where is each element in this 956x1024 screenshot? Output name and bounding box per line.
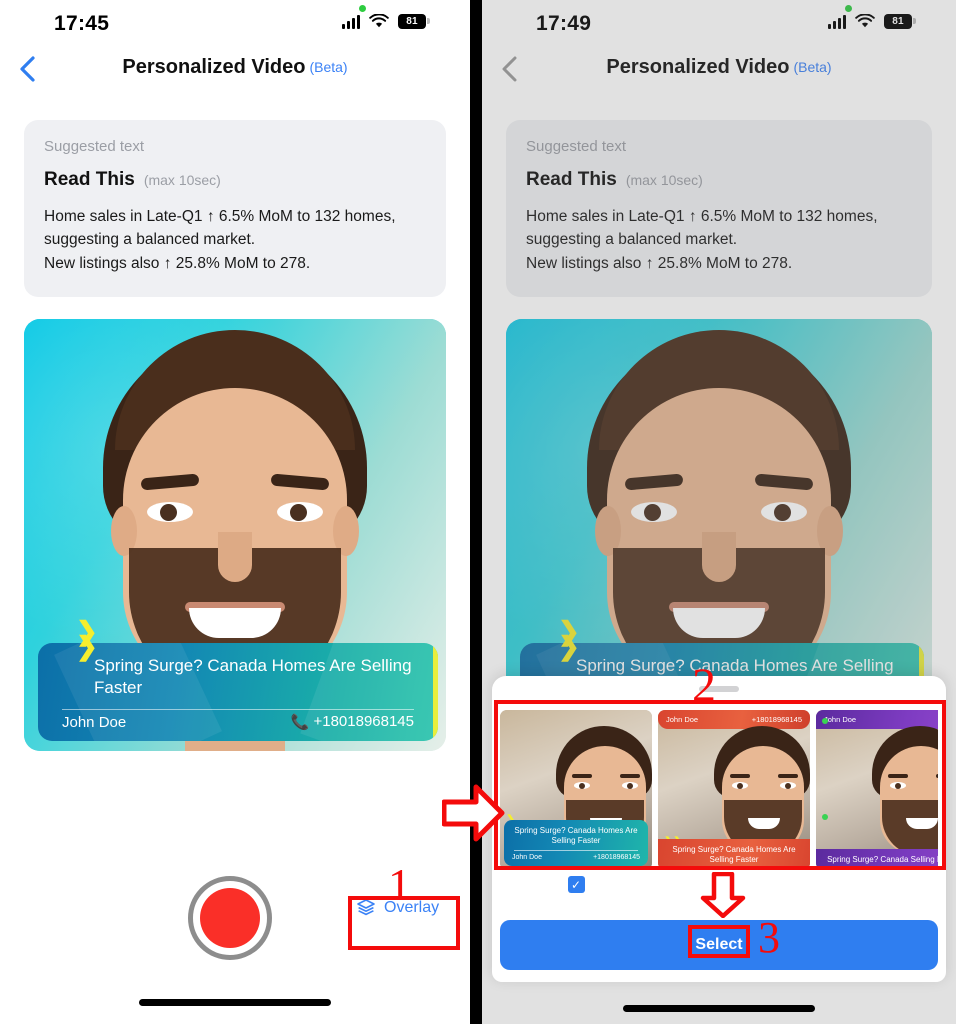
suggested-text-card: Suggested text Read This (max 10sec) Hom… bbox=[24, 120, 446, 297]
suggested-text-label-right: Suggested text bbox=[526, 138, 627, 155]
annotation-step-3: 3 bbox=[758, 913, 780, 962]
suggested-line-1-right: Home sales in Late-Q1 ↑ 6.5% MoM to 132 … bbox=[526, 208, 878, 225]
thumb-name-1: John Doe bbox=[512, 854, 542, 861]
suggested-text-body-right: Home sales in Late-Q1 ↑ 6.5% MoM to 132 … bbox=[526, 205, 912, 275]
record-button[interactable] bbox=[188, 876, 272, 960]
video-preview[interactable]: ❯ ❯ Spring Surge? Canada Homes Are Sellin… bbox=[24, 318, 446, 751]
select-button[interactable]: Select bbox=[500, 920, 938, 970]
cellular-bars-icon-right bbox=[828, 14, 846, 29]
wifi-icon bbox=[369, 14, 389, 28]
video-overlay-banner: Spring Surge? Canada Homes Are Selling F… bbox=[38, 642, 438, 741]
home-indicator-right bbox=[623, 1005, 815, 1012]
status-icons-right: 81 bbox=[828, 14, 916, 29]
suggested-text-body: Home sales in Late-Q1 ↑ 6.5% MoM to 132 … bbox=[44, 205, 426, 275]
page-title: Personalized Video (Beta) bbox=[0, 56, 470, 79]
thumb-phone-1: +18018968145 bbox=[593, 854, 640, 861]
list-item[interactable]: John Doe +18018968145 ❯❯ Spring Surge? C… bbox=[658, 710, 810, 870]
suggested-text-label: Suggested text bbox=[44, 138, 145, 155]
green-dot-icon-thumb-3c bbox=[822, 814, 828, 820]
thumb-overlay-banner-1: Spring Surge? Canada Homes Are Selling F… bbox=[504, 820, 648, 866]
overlay-phone: 📞 +18018968145 bbox=[291, 713, 414, 731]
double-chevron-down-icon-right: ❯ ❯ bbox=[558, 615, 580, 662]
thumb-overlay-banner-3: Spring Surge? Canada Selling Faste bbox=[816, 849, 938, 870]
thumb-name-3: John Doe bbox=[824, 715, 857, 724]
status-clock: 17:45 bbox=[54, 12, 110, 35]
overlay-name: John Doe bbox=[62, 713, 127, 731]
overlay-title: Spring Surge? Canada Homes Are Selling F… bbox=[94, 655, 412, 697]
overlay-picker-sheet: ❯ Spring Surge? Canada Homes Are Selling… bbox=[492, 676, 946, 1012]
down-arrow-outline-icon bbox=[700, 872, 746, 918]
battery-icon: 81 bbox=[398, 14, 430, 29]
phone-screen-right: 17:49 81 Personalized Video (Beta) Sugge… bbox=[482, 0, 956, 1024]
green-dot-icon bbox=[359, 5, 366, 12]
status-bar-left: 17:45 81 bbox=[0, 0, 470, 46]
thumb-overlay-banner-2: Spring Surge? Canada Homes Are Selling F… bbox=[658, 839, 810, 870]
suggested-line-3-right: New listings also ↑ 25.8% MoM to 278. bbox=[526, 254, 793, 272]
max-duration-hint: (max 10sec) bbox=[143, 172, 221, 188]
wifi-icon-right bbox=[855, 14, 875, 28]
list-item[interactable]: ❯ Spring Surge? Canada Homes Are Selling… bbox=[500, 710, 652, 870]
beta-badge: (Beta) bbox=[309, 59, 348, 75]
thumb-name-2: John Doe bbox=[666, 715, 699, 724]
suggested-line-2-right: suggesting a balanced market. bbox=[526, 231, 738, 249]
overlay-phone-number: +18018968145 bbox=[313, 713, 414, 731]
checkbox-thumbnail-1[interactable]: ✓ bbox=[567, 876, 585, 893]
status-clock-right: 17:49 bbox=[536, 12, 592, 35]
nav-bar-left: Personalized Video (Beta) bbox=[0, 46, 470, 98]
annotation-step-2: 2 bbox=[692, 659, 716, 712]
beta-badge-right: (Beta) bbox=[793, 59, 832, 75]
thumb-title-1: Spring Surge? Canada Homes Are Selling F… bbox=[514, 826, 638, 845]
read-this-heading: Read This bbox=[44, 169, 135, 190]
overlay-thumbnail-list[interactable]: ❯ Spring Surge? Canada Homes Are Selling… bbox=[500, 710, 938, 870]
suggested-line-3: New listings also ↑ 25.8% MoM to 278. bbox=[44, 254, 311, 272]
page-title-text-right: Personalized Video bbox=[606, 56, 790, 78]
layers-icon bbox=[357, 899, 375, 916]
nav-bar-right: Personalized Video (Beta) bbox=[482, 46, 956, 98]
green-dot-icon-right bbox=[845, 5, 852, 12]
thumb-title-2: Spring Surge? Canada Homes Are Selling F… bbox=[672, 845, 796, 864]
list-item[interactable]: John Doe Spring Surge? Canada Selling Fa… bbox=[816, 710, 938, 870]
home-indicator-left bbox=[139, 999, 331, 1006]
phone-icon: 📞 bbox=[290, 713, 310, 731]
suggested-text-card-right: Suggested text Read This (max 10sec) Hom… bbox=[506, 120, 932, 297]
cellular-bars-icon bbox=[342, 14, 360, 29]
suggested-line-2: suggesting a balanced market. bbox=[44, 231, 256, 249]
status-bar-right: 17:49 81 bbox=[482, 0, 956, 46]
status-icons: 81 bbox=[342, 14, 430, 29]
thumbnail-select-checkbox-row: ✓ bbox=[500, 876, 652, 893]
panel-divider bbox=[470, 0, 482, 1024]
suggested-line-1: Home sales in Late-Q1 ↑ 6.5% MoM to 132 … bbox=[44, 208, 396, 225]
page-title-right: Personalized Video (Beta) bbox=[482, 56, 956, 79]
screenshot-stage: 17:45 81 Personalized Video (Beta) Sugge… bbox=[0, 0, 956, 1024]
read-this-header-right: Read This (max 10sec) bbox=[526, 169, 912, 191]
double-chevron-down-icon: ❯ ❯ bbox=[76, 615, 98, 662]
battery-icon-right: 81 bbox=[884, 14, 916, 29]
annotation-step-1: 1 bbox=[388, 859, 411, 910]
thumb-title-3: Spring Surge? Canada Selling Faste bbox=[827, 855, 938, 864]
thumb-phone-2: +18018968145 bbox=[751, 715, 802, 724]
right-arrow-outline-icon bbox=[442, 784, 505, 842]
green-dot-icon-thumb-3a bbox=[822, 718, 828, 724]
read-this-heading-right: Read This bbox=[526, 169, 617, 190]
max-duration-hint-right: (max 10sec) bbox=[625, 172, 703, 188]
page-title-text: Personalized Video bbox=[122, 56, 306, 78]
read-this-header: Read This (max 10sec) bbox=[44, 169, 426, 191]
